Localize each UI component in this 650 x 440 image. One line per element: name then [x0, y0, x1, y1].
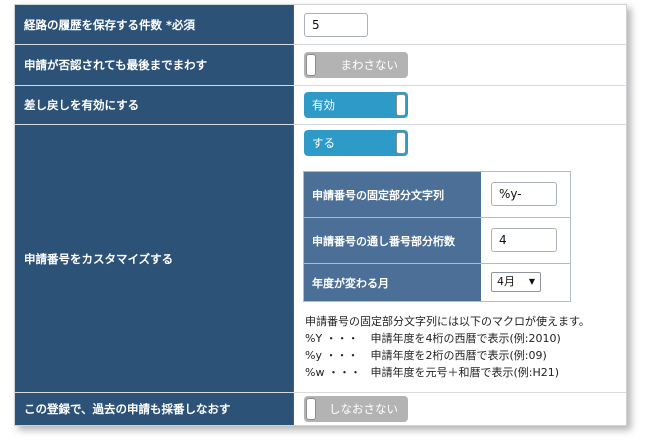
subrow-fixed-part: 申請番号の固定部分文字列 %y- [304, 172, 570, 218]
settings-panel: 経路の履歴を保存する件数 *必須 5 申請が否認されても最後までまわす まわさな… [14, 4, 627, 426]
continue-on-reject-toggle-text: まわさない [340, 58, 399, 72]
macro-desc: 申請年度を4桁の西暦で表示(例:2010) [370, 332, 561, 345]
enable-sendback-cell: 有効 [294, 86, 626, 124]
history-count-input[interactable]: 5 [304, 13, 368, 37]
subrow-serial-digits: 申請番号の通し番号部分桁数 4 [304, 218, 570, 264]
macro-code: %y ・・・ [305, 349, 359, 362]
toggle-knob [396, 94, 406, 116]
toggle-knob [396, 132, 406, 154]
continue-on-reject-toggle[interactable]: まわさない [304, 52, 408, 78]
toggle-knob [306, 398, 316, 420]
customize-number-toggle-text: する [312, 136, 335, 150]
year-change-month-selected: 4月 [497, 275, 515, 288]
fixed-part-input[interactable]: %y- [491, 182, 557, 206]
macro-item: %Y ・・・ 申請年度を4桁の西暦で表示(例:2010) [305, 330, 590, 347]
renumber-toggle-text: しなおさない [329, 402, 398, 416]
customize-number-label: 申請番号をカスタマイズする [15, 125, 294, 392]
macro-item: %y ・・・ 申請年度を2桁の西暦で表示(例:09) [305, 347, 590, 364]
renumber-toggle[interactable]: しなおさない [304, 396, 408, 422]
enable-sendback-toggle[interactable]: 有効 [304, 92, 408, 118]
renumber-label: この登録で、過去の申請も採番しなおす [15, 393, 294, 425]
row-enable-sendback: 差し戻しを有効にする 有効 [15, 86, 626, 125]
macro-item: %w ・・・ 申請年度を元号＋和暦で表示(例:H21) [305, 364, 590, 381]
macro-desc: 申請年度を2桁の西暦で表示(例:09) [370, 349, 547, 362]
chevron-down-icon: ▼ [528, 277, 535, 286]
row-history-count: 経路の履歴を保存する件数 *必須 5 [15, 5, 626, 45]
number-format-subtable: 申請番号の固定部分文字列 %y- 申請番号の通し番号部分桁数 4 年度が変わる月… [303, 171, 571, 302]
year-change-month-label: 年度が変わる月 [304, 264, 481, 301]
enable-sendback-toggle-text: 有効 [312, 98, 335, 112]
macro-desc: 申請年度を元号＋和暦で表示(例:H21) [370, 366, 560, 379]
serial-digits-label: 申請番号の通し番号部分桁数 [304, 218, 481, 263]
subrow-year-change-month: 年度が変わる月 4月 ▼ [304, 264, 570, 301]
continue-on-reject-cell: まわさない [294, 45, 626, 85]
enable-sendback-label: 差し戻しを有効にする [15, 86, 294, 124]
history-count-label: 経路の履歴を保存する件数 *必須 [15, 5, 294, 44]
year-change-month-select[interactable]: 4月 ▼ [491, 272, 541, 292]
customize-number-toggle[interactable]: する [304, 130, 408, 156]
macro-code: %Y ・・・ [305, 332, 359, 345]
toggle-knob [306, 54, 316, 76]
macro-notes-intro: 申請番号の固定部分文字列には以下のマクロが使えます。 [305, 315, 590, 328]
macro-code: %w ・・・ [305, 366, 361, 379]
row-continue-on-reject: 申請が否認されても最後までまわす まわさない [15, 45, 626, 86]
serial-digits-input[interactable]: 4 [491, 228, 557, 252]
row-renumber: この登録で、過去の申請も採番しなおす しなおさない [15, 393, 626, 425]
fixed-part-label: 申請番号の固定部分文字列 [304, 172, 481, 217]
continue-on-reject-label: 申請が否認されても最後までまわす [15, 45, 294, 85]
fixed-part-cell: %y- [481, 172, 570, 217]
serial-digits-cell: 4 [481, 218, 570, 263]
renumber-cell: しなおさない [294, 393, 626, 425]
history-count-cell: 5 [294, 5, 626, 44]
year-change-month-cell: 4月 ▼ [481, 264, 570, 301]
macro-notes: 申請番号の固定部分文字列には以下のマクロが使えます。 %Y ・・・ 申請年度を4… [305, 313, 590, 381]
